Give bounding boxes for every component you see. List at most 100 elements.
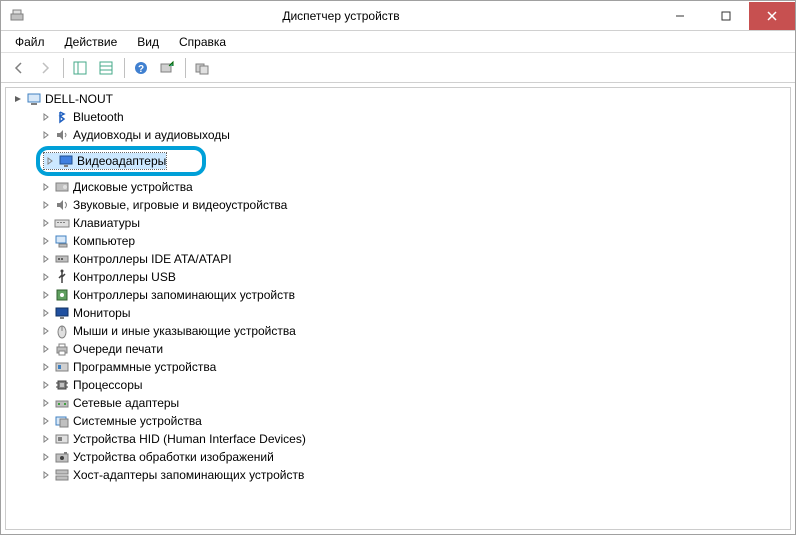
- expand-icon[interactable]: [44, 155, 56, 167]
- tree-item-label: Процессоры: [73, 378, 143, 392]
- tree-item-label: Контроллеры IDE ATA/ATAPI: [73, 252, 232, 266]
- expand-icon[interactable]: [40, 253, 52, 265]
- tree-item[interactable]: Клавиатуры: [6, 214, 790, 232]
- expand-icon[interactable]: [40, 217, 52, 229]
- minimize-button[interactable]: [657, 2, 703, 30]
- expand-icon[interactable]: [40, 111, 52, 123]
- tree-item[interactable]: Устройства обработки изображений: [6, 448, 790, 466]
- menubar: Файл Действие Вид Справка: [1, 31, 795, 53]
- imaging-icon: [54, 449, 70, 465]
- expand-icon[interactable]: [40, 415, 52, 427]
- tree-item-label: Клавиатуры: [73, 216, 140, 230]
- tree-item[interactable]: Bluetooth: [6, 108, 790, 126]
- cpu-icon: [54, 377, 70, 393]
- tree-item-label: Видеоадаптеры: [77, 154, 166, 168]
- app-icon: [9, 8, 25, 24]
- show-hide-tree-button[interactable]: [68, 56, 92, 80]
- device-manager-window: Диспетчер устройств Файл Действие Вид Сп…: [0, 0, 796, 535]
- audio-icon: [54, 127, 70, 143]
- tree-item[interactable]: Контроллеры USB: [6, 268, 790, 286]
- expand-icon[interactable]: [40, 181, 52, 193]
- tree-item[interactable]: Дисковые устройства: [6, 178, 790, 196]
- tree-item[interactable]: Процессоры: [6, 376, 790, 394]
- toolbar-separator: [124, 58, 125, 78]
- tree-item[interactable]: Системные устройства: [6, 412, 790, 430]
- expand-icon[interactable]: [40, 469, 52, 481]
- expand-icon[interactable]: [40, 289, 52, 301]
- expand-icon[interactable]: [40, 397, 52, 409]
- monitor-icon: [54, 305, 70, 321]
- system-icon: [54, 413, 70, 429]
- scan-hardware-button[interactable]: [155, 56, 179, 80]
- expand-icon[interactable]: [40, 307, 52, 319]
- expand-icon[interactable]: [40, 199, 52, 211]
- tree-item-label: Очереди печати: [73, 342, 163, 356]
- close-button[interactable]: [749, 2, 795, 30]
- expand-icon[interactable]: [40, 271, 52, 283]
- tree-item-label: Сетевые адаптеры: [73, 396, 179, 410]
- bluetooth-icon: [54, 109, 70, 125]
- ide-icon: [54, 251, 70, 267]
- root-label: DELL-NOUT: [45, 92, 113, 106]
- expand-icon[interactable]: [40, 325, 52, 337]
- sound-icon: [54, 197, 70, 213]
- expand-icon[interactable]: [40, 129, 52, 141]
- toolbar: ?: [1, 53, 795, 83]
- help-button[interactable]: ?: [129, 56, 153, 80]
- tree-item[interactable]: Звуковые, игровые и видеоустройства: [6, 196, 790, 214]
- menu-action[interactable]: Действие: [55, 33, 128, 51]
- tree-item[interactable]: Видеоадаптеры: [44, 153, 166, 169]
- maximize-button[interactable]: [703, 2, 749, 30]
- collapse-icon[interactable]: [12, 93, 24, 105]
- menu-file[interactable]: Файл: [5, 33, 55, 51]
- expand-icon[interactable]: [40, 433, 52, 445]
- properties-button[interactable]: [94, 56, 118, 80]
- tree-item-label: Программные устройства: [73, 360, 216, 374]
- tree-item-label: Контроллеры запоминающих устройств: [73, 288, 295, 302]
- keyboard-icon: [54, 215, 70, 231]
- highlighted-item: Видеоадаптеры: [36, 146, 206, 176]
- titlebar: Диспетчер устройств: [1, 1, 795, 31]
- tree-item[interactable]: Аудиовходы и аудиовыходы: [6, 126, 790, 144]
- network-icon: [54, 395, 70, 411]
- usb-icon: [54, 269, 70, 285]
- tree-item[interactable]: Контроллеры запоминающих устройств: [6, 286, 790, 304]
- show-hidden-button[interactable]: [190, 56, 214, 80]
- printer-icon: [54, 341, 70, 357]
- toolbar-separator: [63, 58, 64, 78]
- software-icon: [54, 359, 70, 375]
- expand-icon[interactable]: [40, 343, 52, 355]
- expand-icon[interactable]: [40, 361, 52, 373]
- display-icon: [58, 153, 74, 169]
- tree-item[interactable]: Хост-адаптеры запоминающих устройств: [6, 466, 790, 484]
- tree-root[interactable]: DELL-NOUT: [6, 90, 790, 108]
- svg-text:?: ?: [138, 64, 144, 75]
- toolbar-separator: [185, 58, 186, 78]
- hid-icon: [54, 431, 70, 447]
- expand-icon[interactable]: [40, 379, 52, 391]
- mouse-icon: [54, 323, 70, 339]
- device-tree[interactable]: DELL-NOUT Bluetooth Аудиовходы и аудиовых…: [5, 87, 791, 530]
- computer-icon: [26, 91, 42, 107]
- tree-item-label: Звуковые, игровые и видеоустройства: [73, 198, 287, 212]
- tree-item-label: Компьютер: [73, 234, 135, 248]
- menu-help[interactable]: Справка: [169, 33, 236, 51]
- tree-item[interactable]: Контроллеры IDE ATA/ATAPI: [6, 250, 790, 268]
- tree-item[interactable]: Программные устройства: [6, 358, 790, 376]
- tree-item[interactable]: Очереди печати: [6, 340, 790, 358]
- tree-item[interactable]: Мыши и иные указывающие устройства: [6, 322, 790, 340]
- back-button[interactable]: [7, 56, 31, 80]
- window-title: Диспетчер устройств: [25, 9, 657, 23]
- tree-item[interactable]: Компьютер: [6, 232, 790, 250]
- tree-item-label: Аудиовходы и аудиовыходы: [73, 128, 230, 142]
- tree-item-label: Мониторы: [73, 306, 130, 320]
- tree-item[interactable]: Устройства HID (Human Interface Devices): [6, 430, 790, 448]
- expand-icon[interactable]: [40, 451, 52, 463]
- forward-button[interactable]: [33, 56, 57, 80]
- tree-item[interactable]: Сетевые адаптеры: [6, 394, 790, 412]
- tree-item-label: Системные устройства: [73, 414, 202, 428]
- menu-view[interactable]: Вид: [127, 33, 169, 51]
- tree-item[interactable]: Мониторы: [6, 304, 790, 322]
- expand-icon[interactable]: [40, 235, 52, 247]
- tree-item-label: Устройства HID (Human Interface Devices): [73, 432, 306, 446]
